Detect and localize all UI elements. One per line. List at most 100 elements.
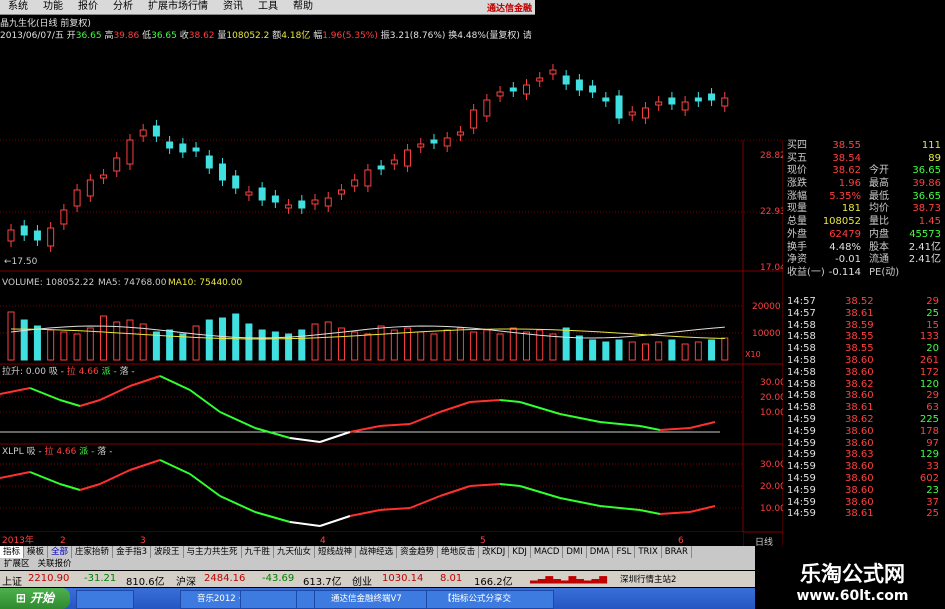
- brand-logo: 通达信金融: [487, 4, 533, 14]
- tab-indicator[interactable]: MACD: [531, 546, 564, 558]
- candle-body: [7, 229, 15, 242]
- indicator-segment: [219, 411, 256, 429]
- indicator-segment: [29, 387, 61, 401]
- volume-bar: [324, 321, 332, 361]
- volume-bar: [179, 333, 187, 361]
- volume-bar: [562, 327, 570, 361]
- indicator-segment: [659, 511, 691, 515]
- tab-indicator[interactable]: 资金趋势: [397, 546, 439, 558]
- indicator-segment: [499, 483, 521, 487]
- tab-related-quote[interactable]: 关联报价: [34, 559, 76, 569]
- indicator-segment: [349, 509, 381, 517]
- tab-indicator[interactable]: 庄家抬轿: [72, 546, 114, 558]
- tab-indicator[interactable]: FSL: [613, 546, 636, 558]
- tick-volume: 133: [919, 331, 939, 343]
- tick-row: 14:59 38.62 225: [783, 414, 945, 426]
- volume-bar: [549, 333, 557, 361]
- indicator-segment: [349, 425, 381, 433]
- candle-body: [311, 199, 319, 205]
- tick-price: 38.61: [845, 508, 874, 520]
- tick-volume: 602: [919, 472, 939, 484]
- tab-indicator[interactable]: 改KDJ: [479, 546, 510, 558]
- menu-function[interactable]: 功能: [35, 0, 70, 14]
- taskbar-quick-launch[interactable]: [76, 590, 134, 609]
- taskbar-formula[interactable]: 【指标公式分享交: [426, 590, 554, 609]
- quote-row: 总量 108052 量比 1.45: [783, 216, 945, 229]
- candle-body: [562, 75, 570, 85]
- candle-body: [655, 101, 663, 106]
- candle-body: [245, 191, 253, 196]
- tick-price: 38.60: [845, 484, 874, 496]
- daily-tab[interactable]: 日线: [755, 535, 773, 548]
- tab-indicator[interactable]: 与主力共生死: [184, 546, 242, 558]
- quote-value: 36.65: [912, 165, 941, 177]
- tab-indicator[interactable]: 短线战神: [315, 546, 357, 558]
- volume-bar: [298, 329, 306, 361]
- quote-row: 现量 181 均价 38.73: [783, 203, 945, 216]
- quote-row: 买四 38.55 111: [783, 140, 945, 153]
- volume-bar: [271, 331, 279, 361]
- hs-label: 沪深: [176, 577, 196, 588]
- vol-tick: 20000: [752, 302, 781, 312]
- menu-analysis[interactable]: 分析: [105, 0, 140, 14]
- indicator-segment: [189, 473, 221, 497]
- tab-indicator[interactable]: 金手指3: [113, 546, 151, 558]
- indicator-segment: [439, 401, 471, 413]
- quote-label: 换手: [787, 241, 807, 253]
- candle-body: [536, 77, 544, 82]
- watermark: 乐淘公式网 www.60lt.com: [760, 556, 945, 609]
- hs-value: 2484.16: [204, 573, 246, 584]
- candle-body: [298, 200, 306, 209]
- candle-body: [456, 131, 464, 136]
- tab-indicator[interactable]: TRIX: [635, 546, 662, 558]
- quote-value: -0.114: [828, 266, 861, 278]
- kline-chart[interactable]: 28.82 22.93 17.04 ←17.50 VOLUME: 108052.…: [0, 40, 783, 546]
- tab-indicator[interactable]: 指标: [0, 546, 25, 558]
- indicator-segment: [319, 431, 351, 443]
- candle-body: [351, 179, 359, 187]
- tick-list[interactable]: 14:57 38.52 29 14:57 38.61 25 14:58 38.59 15 14:5…: [783, 296, 945, 546]
- tick-volume: 178: [919, 425, 939, 437]
- menu-quote[interactable]: 报价: [70, 0, 105, 14]
- indicator-segment: [519, 485, 561, 499]
- start-button[interactable]: ⊞ 开始: [0, 588, 70, 609]
- menu-system[interactable]: 系统: [0, 0, 35, 14]
- menu-help[interactable]: 帮助: [285, 0, 320, 14]
- quote-value: 38.73: [912, 203, 941, 215]
- menu-ext-market[interactable]: 扩展市场行情: [140, 0, 215, 14]
- menu-tools[interactable]: 工具: [250, 0, 285, 14]
- candle-body: [628, 111, 636, 116]
- tab-indicator[interactable]: KDJ: [509, 546, 531, 558]
- sh-value: 2210.90: [28, 573, 70, 584]
- indicator-segment: [254, 511, 291, 523]
- tab-indicator[interactable]: DMA: [587, 546, 614, 558]
- quote-volume: 89: [928, 152, 941, 164]
- tab-indicator[interactable]: 模板: [24, 546, 49, 558]
- tab-indicator[interactable]: 九天仙女: [274, 546, 316, 558]
- tick-price: 38.60: [845, 472, 874, 484]
- cy-label: 创业: [352, 577, 372, 588]
- tab-indicator[interactable]: 战神经选: [356, 546, 398, 558]
- volume-bar: [430, 333, 438, 361]
- candle-body: [139, 129, 147, 137]
- server-name[interactable]: 深圳行情主站2: [620, 573, 676, 585]
- tick-volume: 25: [926, 508, 939, 520]
- tab-indicator[interactable]: 波段王: [151, 546, 184, 558]
- menu-news[interactable]: 资讯: [215, 0, 250, 14]
- indicator-segment: [559, 497, 601, 507]
- indicator-segment: [79, 483, 101, 491]
- tab-extension[interactable]: 扩展区: [0, 559, 34, 569]
- tab-indicator[interactable]: DMI: [563, 546, 587, 558]
- quote-label: 均价: [869, 203, 889, 215]
- tab-indicator[interactable]: 绝地反击: [438, 546, 480, 558]
- taskbar-tdx[interactable]: 通达信金融终端V7: [314, 590, 438, 609]
- indicator-segment: [639, 425, 661, 431]
- candle-body: [615, 95, 623, 119]
- quote-value: 39.86: [912, 178, 941, 190]
- tab-indicator[interactable]: BRAR: [662, 546, 692, 558]
- candle-body: [126, 139, 134, 165]
- volume-bar: [615, 339, 623, 361]
- tab-indicator[interactable]: 全部: [48, 546, 73, 558]
- tab-indicator[interactable]: 九千胜: [242, 546, 275, 558]
- ind2-line: [0, 459, 716, 527]
